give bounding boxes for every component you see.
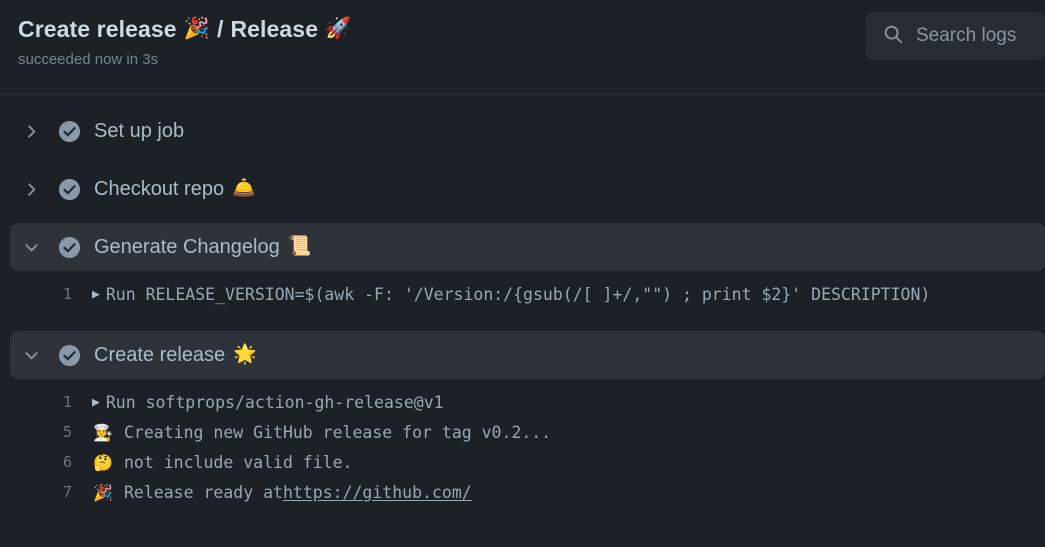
step-row-create-release[interactable]: Create release 🌟 (10, 331, 1045, 379)
log-line-number: 7 (62, 483, 72, 501)
step-title: Set up job (94, 119, 192, 143)
status-success-icon (58, 178, 81, 201)
glowing-star-icon: 🌟 (233, 344, 257, 365)
thinking-face-icon: 🤔 (93, 452, 113, 472)
step-title-text: Set up job (94, 120, 185, 142)
bellhop-bell-icon: 🛎️ (232, 178, 256, 199)
log-line-text: Run RELEASE_VERSION=$(awk -F: '/Version:… (105, 284, 931, 304)
party-popper-icon: 🎉 (93, 482, 113, 502)
log-header: Create release 🎉 / Release 🚀 succeeded n… (0, 0, 1045, 95)
chevron-down-icon[interactable] (22, 346, 40, 364)
log-line-text: Creating new GitHub release for tag v0.2… (124, 422, 552, 442)
log-line-text: Release ready at (124, 482, 283, 502)
workflow-name: Create release (18, 16, 177, 42)
step-title-text: Checkout repo (94, 178, 225, 200)
chevron-right-icon[interactable] (22, 122, 40, 140)
search-input[interactable] (916, 25, 1036, 47)
log-line[interactable]: 1 ▶ Run RELEASE_VERSION=$(awk -F: '/Vers… (0, 279, 1045, 309)
log-line[interactable]: 1 ▶ Run softprops/action-gh-release@v1 (0, 387, 1045, 417)
job-name: Release (230, 16, 319, 42)
steps-list: Set up job Checkout repo 🛎️ Generate Cha… (0, 95, 1045, 513)
step-title: Generate Changelog 📜 (94, 235, 311, 259)
expand-group-icon[interactable]: ▶ (92, 395, 100, 410)
step-title-text: Create release (94, 344, 226, 366)
search-icon (882, 23, 904, 50)
status-success-icon (58, 236, 81, 259)
rocket-icon: 🚀 (325, 17, 352, 40)
step-row-set-up-job[interactable]: Set up job (10, 107, 1045, 155)
chevron-down-icon[interactable] (22, 238, 40, 256)
log-line-number: 1 (62, 285, 72, 303)
expand-group-icon[interactable]: ▶ (92, 287, 100, 302)
party-popper-icon: 🎉 (183, 17, 210, 40)
cook-icon: 👩‍🍳 (93, 422, 113, 442)
log-line[interactable]: 6 🤔 not include valid file. (0, 447, 1045, 477)
step-row-checkout-repo[interactable]: Checkout repo 🛎️ (10, 165, 1045, 213)
log-line[interactable]: 7 🎉 Release ready at https://github.com/ (0, 477, 1045, 507)
log-line-number: 1 (62, 393, 72, 411)
title-separator: / (216, 16, 224, 42)
release-url-link[interactable]: https://github.com/ (283, 483, 472, 502)
step-title: Checkout repo 🛎️ (94, 177, 256, 201)
chevron-right-icon[interactable] (22, 180, 40, 198)
status-success-icon (58, 120, 81, 143)
step-title-text: Generate Changelog (94, 236, 280, 258)
log-line[interactable]: 5 👩‍🍳 Creating new GitHub release for ta… (0, 417, 1045, 447)
log-body-create-release: 1 ▶ Run softprops/action-gh-release@v1 5… (0, 379, 1045, 513)
log-line-text: Run softprops/action-gh-release@v1 (105, 392, 444, 412)
scroll-icon: 📜 (287, 236, 312, 257)
step-title: Create release 🌟 (94, 343, 257, 367)
log-line-text: not include valid file. (124, 452, 353, 472)
log-line-number: 6 (62, 453, 72, 471)
log-body-generate-changelog: 1 ▶ Run RELEASE_VERSION=$(awk -F: '/Vers… (0, 271, 1045, 315)
status-success-icon (58, 344, 81, 367)
step-row-generate-changelog[interactable]: Generate Changelog 📜 (10, 223, 1045, 271)
log-line-number: 5 (62, 423, 72, 441)
search-logs-box[interactable] (866, 12, 1045, 60)
